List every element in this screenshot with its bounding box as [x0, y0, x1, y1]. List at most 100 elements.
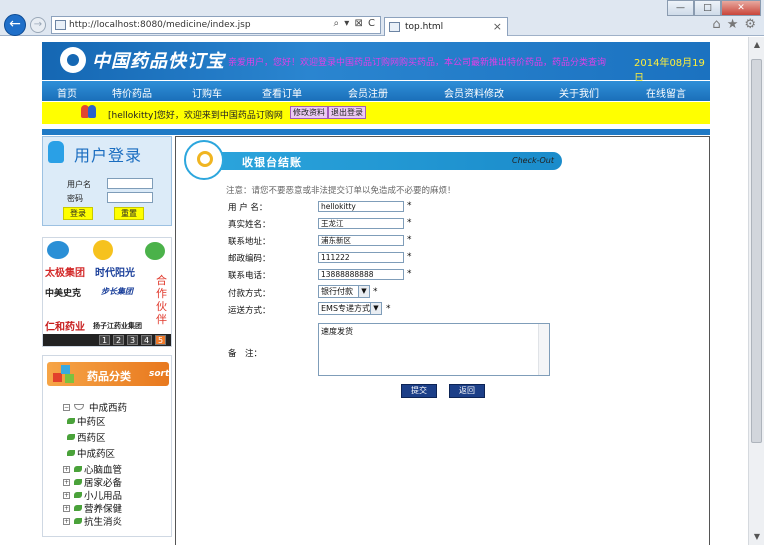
- address-field[interactable]: 浦东新区: [318, 235, 404, 246]
- textarea-scrollbar[interactable]: [538, 324, 549, 375]
- tree-item-household[interactable]: + 居家必备: [63, 475, 122, 489]
- welcome-bar: [hellokitty]您好，欢迎来到中国药品订购网 修改资料 退出登录: [42, 102, 710, 124]
- submit-button[interactable]: 提交: [401, 384, 437, 398]
- tree-item-cardio[interactable]: + 心脑血管: [63, 462, 122, 476]
- tree-item-nutrition[interactable]: + 营养保健: [63, 501, 122, 515]
- remark-textarea[interactable]: 速度发货: [318, 323, 550, 376]
- tree-item-children[interactable]: + 小儿用品: [63, 488, 122, 502]
- remark-value: 速度发货: [321, 327, 353, 336]
- address-bar[interactable]: http://localhost:8080/medicine/index.jsp…: [51, 16, 381, 34]
- username-field-label: 用 户 名：: [228, 203, 268, 213]
- checkout-subtitle: Check-Out: [512, 156, 554, 165]
- leaf-icon: [74, 518, 82, 524]
- scroll-up-arrow-icon[interactable]: ▲: [749, 37, 764, 53]
- tree-item-patent[interactable]: 中成药区: [67, 446, 115, 460]
- login-button[interactable]: 登录: [63, 207, 93, 220]
- tree-item-antibiotics[interactable]: + 抗生消炎: [63, 514, 122, 528]
- partners-banner[interactable]: 太极集团 时代阳光 中美史克 步长集团 仁和药业 扬子江药业集团 合作伙伴 1 …: [42, 237, 172, 347]
- favorites-star-icon[interactable]: ★: [727, 17, 739, 32]
- edit-profile-button[interactable]: 修改资料: [290, 106, 328, 119]
- minimize-button[interactable]: —: [667, 0, 694, 16]
- tree-item-western-chinese[interactable]: − 中成西药: [63, 400, 127, 414]
- expand-icon[interactable]: +: [63, 504, 70, 512]
- menu-item-guestbook[interactable]: 在线留言: [646, 85, 686, 100]
- collapse-icon[interactable]: −: [63, 403, 70, 411]
- menu-item-edit-profile[interactable]: 会员资料修改: [444, 85, 504, 100]
- payment-select[interactable]: 银行付款 ▼: [318, 285, 370, 298]
- tree-item-tcm[interactable]: 中药区: [67, 414, 106, 428]
- browser-tab[interactable]: top.html ×: [384, 17, 508, 36]
- scrolling-notice: 亲爱用户，您好！欢迎登录中国药品订购网购买药品，本公司最新推出特价药品，药品分类…: [228, 58, 607, 68]
- shipping-select[interactable]: EMS专递方式 ▼: [318, 302, 382, 315]
- tree-item-western[interactable]: 西药区: [67, 430, 106, 444]
- site-banner: 中国药品快订宝 亲爱用户，您好！欢迎登录中国药品订购网购买药品，本公司最新推出特…: [42, 42, 710, 84]
- pager-page-2[interactable]: 2: [113, 335, 124, 345]
- leaf-logo-icon: [145, 242, 165, 260]
- postcode-field[interactable]: 111222: [318, 252, 404, 263]
- pager-page-4[interactable]: 4: [141, 335, 152, 345]
- settings-gear-icon[interactable]: ⚙: [744, 17, 756, 32]
- tab-page-icon: [389, 22, 400, 32]
- realname-field[interactable]: 王龙江: [318, 218, 404, 229]
- username-field[interactable]: hellokitty: [318, 201, 404, 212]
- password-input[interactable]: [107, 192, 153, 203]
- vertical-scrollbar[interactable]: ▲ ▼: [748, 37, 764, 545]
- address-url[interactable]: http://localhost:8080/medicine/index.jsp: [69, 20, 251, 30]
- tab-close-icon[interactable]: ×: [493, 20, 502, 33]
- pager-page-3[interactable]: 3: [127, 335, 138, 345]
- shipping-label: 运送方式：: [228, 306, 271, 316]
- logout-button[interactable]: 退出登录: [328, 106, 366, 119]
- phone-field[interactable]: 13888888888: [318, 269, 404, 280]
- login-panel: 用户登录 用户名 密码 登录 重置: [42, 136, 172, 226]
- menu-item-register[interactable]: 会员注册: [348, 85, 388, 100]
- keys-icon-badge: [184, 140, 224, 180]
- browser-chrome: — □ ✕ ← → http://localhost:8080/medicine…: [0, 0, 764, 36]
- leaf-icon: [74, 492, 82, 498]
- login-user-icon: [48, 141, 64, 163]
- back-button[interactable]: 返回: [449, 384, 485, 398]
- welcome-message: [hellokitty]您好，欢迎来到中国药品订购网: [108, 111, 283, 121]
- logo-text: 中国药品快订宝: [92, 51, 225, 72]
- current-date: 2014年08月19日: [634, 58, 705, 84]
- expand-icon[interactable]: +: [63, 491, 70, 499]
- menu-item-about[interactable]: 关于我们: [559, 85, 599, 100]
- address-field-label: 联系地址：: [228, 237, 271, 247]
- partners-side-text: 合作伙伴: [156, 274, 167, 326]
- scrollbar-thumb[interactable]: [751, 59, 762, 443]
- username-input[interactable]: [107, 178, 153, 189]
- menu-item-orders[interactable]: 查看订单: [262, 85, 302, 100]
- required-mark: *: [407, 269, 412, 279]
- chevron-down-icon[interactable]: ▼: [358, 286, 369, 297]
- maximize-button[interactable]: □: [694, 0, 721, 16]
- expand-icon[interactable]: +: [63, 478, 70, 486]
- expand-icon[interactable]: +: [63, 465, 70, 473]
- category-sort-text: sort: [149, 369, 170, 379]
- required-mark: *: [407, 218, 412, 228]
- scroll-down-arrow-icon[interactable]: ▼: [749, 529, 764, 545]
- postcode-field-label: 邮政编码：: [228, 254, 271, 264]
- menu-item-cart[interactable]: 订购车: [192, 85, 222, 100]
- required-mark: *: [407, 235, 412, 245]
- login-title: 用户登录: [74, 146, 143, 165]
- pager-page-1[interactable]: 1: [99, 335, 110, 345]
- search-refresh-icons[interactable]: ⌕ ▾ ⊠ C: [333, 18, 376, 29]
- home-icon[interactable]: ⌂: [712, 17, 720, 32]
- users-icon: [81, 105, 97, 119]
- forward-arrow-icon[interactable]: →: [30, 17, 46, 33]
- password-label: 密码: [67, 194, 83, 203]
- sunshine-logo-icon: [93, 240, 113, 260]
- shipping-value: EMS专递方式: [321, 304, 371, 313]
- reset-button[interactable]: 重置: [114, 207, 144, 220]
- required-mark: *: [373, 287, 378, 297]
- close-button[interactable]: ✕: [721, 0, 761, 16]
- site-logo[interactable]: 中国药品快订宝: [60, 47, 225, 73]
- menu-item-home[interactable]: 首页: [57, 85, 77, 100]
- chevron-down-icon[interactable]: ▼: [370, 303, 381, 314]
- back-arrow-icon[interactable]: ←: [4, 14, 26, 36]
- leaf-icon: [67, 450, 75, 456]
- category-title: 药品分类: [87, 370, 131, 383]
- expand-icon[interactable]: +: [63, 517, 70, 525]
- menu-item-specials[interactable]: 特价药品: [112, 85, 152, 100]
- pager-page-5[interactable]: 5: [155, 335, 166, 345]
- checkout-title: 收银台结账: [242, 156, 302, 169]
